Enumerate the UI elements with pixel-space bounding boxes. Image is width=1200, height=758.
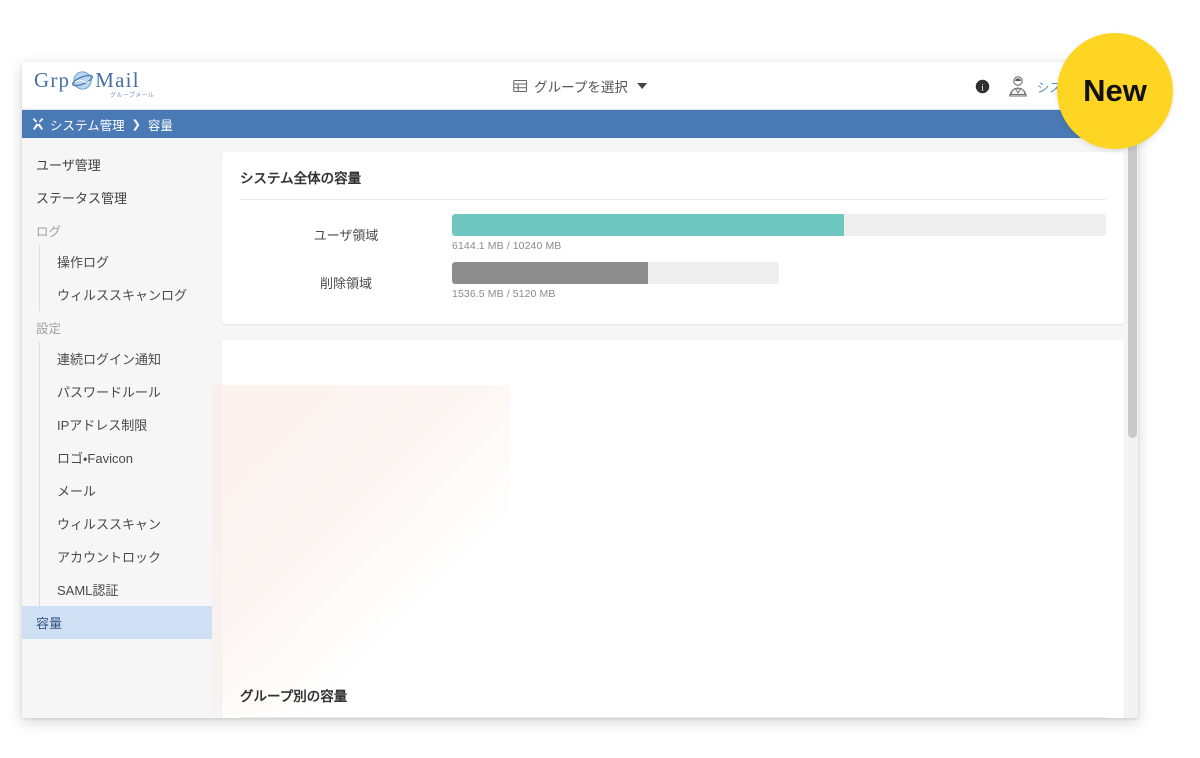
app-window: Grp Mail グループメール グループを選択 i システム管理 ❯ 容量 ユ… — [22, 62, 1138, 718]
breadcrumb-root[interactable]: システム管理 — [50, 115, 125, 134]
sidebar-subgroup-log: 操作ログ ウィルススキャンログ — [39, 245, 212, 311]
sidebar-item-password-rule[interactable]: パスワードルール — [40, 375, 212, 408]
sidebar-item-user-management[interactable]: ユーザ管理 — [22, 148, 212, 181]
system-capacity-card: システム全体の容量 ユーザ領域 6144.1 MB / 10240 MB 削除領… — [222, 152, 1124, 324]
capacity-fill — [452, 214, 845, 236]
new-badge: New — [1057, 33, 1173, 149]
svg-text:i: i — [981, 83, 984, 93]
group-capacity-title: グループ別の容量 — [240, 685, 1106, 718]
system-row-label: ユーザ領域 — [313, 228, 379, 243]
chevron-down-icon — [636, 82, 647, 89]
logo-text-prefix: Grp — [34, 68, 71, 92]
capacity-track — [452, 214, 1106, 236]
capacity-fill — [452, 262, 649, 284]
sidebar-item-operation-log[interactable]: 操作ログ — [40, 245, 212, 278]
sidebar-item-logo-favicon[interactable]: ロゴ・Favicon — [40, 441, 212, 474]
capacity-meta: 1536.5 MB / 5120 MB — [452, 288, 556, 300]
sidebar: ユーザ管理 ステータス管理 ログ 操作ログ ウィルススキャンログ 設定 連続ログ… — [22, 138, 212, 718]
help-icon[interactable]: i — [975, 79, 990, 94]
top-bar: Grp Mail グループメール グループを選択 i — [22, 62, 1138, 110]
sidebar-group-log: ログ — [36, 225, 62, 239]
globe-icon — [72, 71, 94, 90]
sidebar-subgroup-settings: 連続ログイン通知 パスワードルール IPアドレス制限 ロゴ・Favicon メー… — [39, 342, 212, 606]
sidebar-item-ip-restriction[interactable]: IPアドレス制限 — [40, 408, 212, 441]
group-selector[interactable]: グループを選択 — [513, 76, 647, 96]
app-logo[interactable]: Grp Mail グループメール — [34, 67, 166, 105]
sidebar-item-status-management[interactable]: ステータス管理 — [22, 181, 212, 214]
sidebar-item-mail[interactable]: メール — [40, 474, 212, 507]
sidebar-group-settings: 設定 — [36, 322, 62, 336]
scrollbar-thumb[interactable] — [1128, 138, 1137, 438]
sidebar-item-capacity[interactable]: 容量 — [22, 606, 212, 639]
avatar — [1009, 76, 1027, 97]
group-selector-label: グループを選択 — [534, 79, 628, 95]
breadcrumb-current: 容量 — [147, 118, 173, 133]
system-row-bars: 6144.1 MB / 10240 MB — [452, 214, 1106, 252]
body: ユーザ管理 ステータス管理 ログ 操作ログ ウィルススキャンログ 設定 連続ログ… — [22, 138, 1138, 718]
grid-icon — [513, 79, 528, 92]
sidebar-item-account-lock[interactable]: アカウントロック — [40, 540, 212, 573]
sidebar-item-virus-scan-log[interactable]: ウィルススキャンログ — [40, 278, 212, 311]
system-row-bars: 1536.5 MB / 5120 MB — [452, 262, 1106, 300]
capacity-meta: 6144.1 MB / 10240 MB — [452, 240, 562, 252]
vertical-scrollbar[interactable] — [1127, 138, 1138, 718]
group-capacity-card: グループ別の容量 営業部 — [212, 340, 1124, 718]
sidebar-item-login-notification[interactable]: 連続ログイン通知 — [40, 342, 212, 375]
system-capacity-title: システム全体の容量 — [240, 167, 1106, 200]
content-area: システム全体の容量 ユーザ領域 6144.1 MB / 10240 MB 削除領… — [212, 138, 1138, 718]
system-row-label: 削除領域 — [319, 276, 372, 291]
system-row-user-area: ユーザ領域 6144.1 MB / 10240 MB — [240, 214, 1106, 252]
wrench-icon — [32, 118, 44, 131]
capacity-track — [452, 262, 779, 284]
system-row-deleted-area: 削除領域 1536.5 MB / 5120 MB — [240, 262, 1106, 300]
sidebar-item-virus-scan[interactable]: ウィルススキャン — [40, 507, 212, 540]
sidebar-item-saml[interactable]: SAML認証 — [40, 573, 212, 606]
breadcrumb: システム管理 ❯ 容量 — [22, 110, 1138, 138]
decorative-watermark — [212, 385, 510, 715]
logo-subtitle: グループメール — [110, 93, 155, 99]
breadcrumb-separator: ❯ — [131, 118, 141, 131]
